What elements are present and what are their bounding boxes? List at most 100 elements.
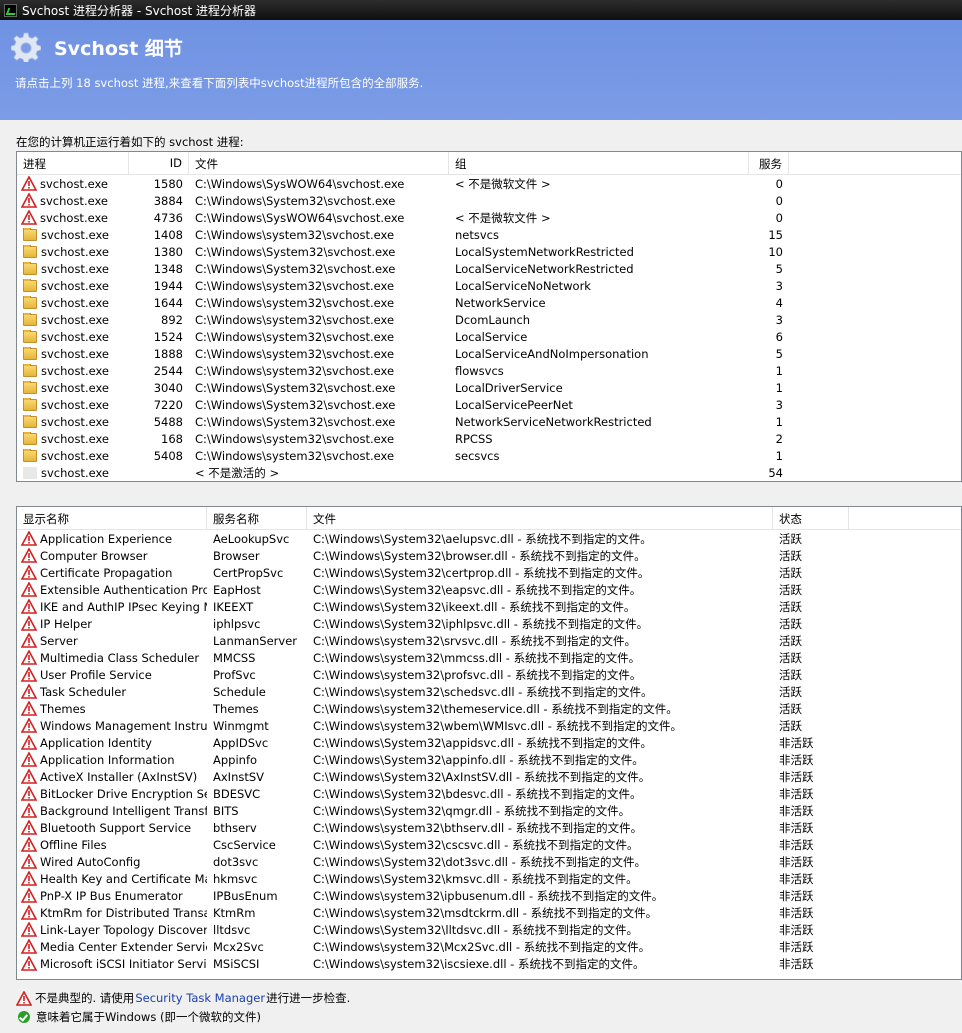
- table-row[interactable]: svchost.exe 892 C:\Windows\system32\svchos…: [17, 311, 961, 328]
- process-group: < 不是微软文件 >: [449, 210, 749, 226]
- service-status: 非活跃: [773, 735, 849, 751]
- col-header-group[interactable]: 组: [449, 152, 749, 174]
- process-name-cell: svchost.exe: [17, 448, 129, 463]
- process-file-text: C:\Windows\system32\svchost.exe: [195, 278, 395, 293]
- table-row[interactable]: svchost.exe < 不是激活的 > 54: [17, 464, 961, 481]
- table-row[interactable]: svchost.exe 1580 C:\Windows\SysWOW64\svcho…: [17, 175, 961, 192]
- table-row[interactable]: svchost.exe 1944 C:\Windows\system32\svcho…: [17, 277, 961, 294]
- table-row[interactable]: svchost.exe 5488 C:\Windows\System32\svcho…: [17, 413, 961, 430]
- service-file: C:\Windows\system32\msdtckrm.dll - 系统找不到…: [307, 905, 773, 921]
- table-row[interactable]: Themes Themes C:\Windows\system32\themeser…: [17, 700, 961, 717]
- service-count-text: 1: [775, 380, 783, 395]
- table-row[interactable]: Computer Browser Browser C:\Windows\System…: [17, 547, 961, 564]
- table-row[interactable]: ActiveX Installer (AxInstSV) AxInstSV C:\W…: [17, 768, 961, 785]
- table-row[interactable]: Media Center Extender Service Mcx2Svc C:\W…: [17, 938, 961, 955]
- service-count-text: 1: [775, 448, 783, 463]
- process-name: svchost.exe: [40, 193, 109, 208]
- service-status: 活跃: [773, 599, 849, 615]
- table-row[interactable]: User Profile Service ProfSvc C:\Windows\sy…: [17, 666, 961, 683]
- table-row[interactable]: Server LanmanServer C:\Windows\system32\sr…: [17, 632, 961, 649]
- table-row[interactable]: svchost.exe 7220 C:\Windows\System32\svcho…: [17, 396, 961, 413]
- table-row[interactable]: svchost.exe 4736 C:\Windows\SysWOW64\svcho…: [17, 209, 961, 226]
- col-header-process[interactable]: 进程: [17, 152, 129, 174]
- service-count: 3: [749, 279, 789, 293]
- process-id: 892: [129, 313, 189, 327]
- table-row[interactable]: Extensible Authentication Protocol EapHos…: [17, 581, 961, 598]
- process-group: LocalDriverService: [449, 381, 749, 395]
- col-header-services[interactable]: 服务: [749, 152, 789, 174]
- title-bar[interactable]: Svchost 进程分析器 - Svchost 进程分析器: [0, 0, 962, 20]
- service-status-text: 活跃: [779, 718, 802, 733]
- table-row[interactable]: svchost.exe 2544 C:\Windows\system32\svcho…: [17, 362, 961, 379]
- table-row[interactable]: svchost.exe 1348 C:\Windows\System32\svcho…: [17, 260, 961, 277]
- process-file: C:\Windows\System32\svchost.exe: [189, 415, 449, 429]
- table-row[interactable]: Windows Management Instrume... Winmgmt C:\…: [17, 717, 961, 734]
- process-group: LocalService: [449, 330, 749, 344]
- service-name: hkmsvc: [207, 872, 307, 886]
- table-row[interactable]: Task Scheduler Schedule C:\Windows\system3…: [17, 683, 961, 700]
- table-row[interactable]: svchost.exe 1408 C:\Windows\system32\svcho…: [17, 226, 961, 243]
- service-status-text: 活跃: [779, 548, 802, 563]
- table-row[interactable]: Wired AutoConfig dot3svc C:\Windows\System…: [17, 853, 961, 870]
- warning-icon: [21, 701, 37, 716]
- service-count: 1: [749, 449, 789, 463]
- legend-warning-suffix: 进行进一步检查.: [266, 991, 351, 1005]
- service-status-text: 活跃: [779, 565, 802, 580]
- table-row[interactable]: Health Key and Certificate Mana... hkmsvc…: [17, 870, 961, 887]
- table-row[interactable]: Application Experience AeLookupSvc C:\Wind…: [17, 530, 961, 547]
- folder-icon: [23, 397, 37, 411]
- table-row[interactable]: IKE and AuthIP IPsec Keying Mo... IKEEXT C…: [17, 598, 961, 615]
- process-file-text: C:\Windows\System32\svchost.exe: [195, 193, 396, 208]
- process-list[interactable]: 进程 ID 文件 组 服务 svchost.exe 1580 C:\Windows\…: [16, 151, 962, 482]
- service-file: C:\Windows\system32\Mcx2Svc.dll - 系统找不到指…: [307, 939, 773, 955]
- service-file-text: C:\Windows\system32\bthserv.dll - 系统找不到指…: [313, 820, 643, 835]
- table-row[interactable]: Bluetooth Support Service bthserv C:\Windo…: [17, 819, 961, 836]
- table-row[interactable]: svchost.exe 3884 C:\Windows\System32\svcho…: [17, 192, 961, 209]
- table-row[interactable]: Multimedia Class Scheduler MMCSS C:\Window…: [17, 649, 961, 666]
- service-name-text: AppIDSvc: [213, 735, 269, 750]
- process-name: svchost.exe: [40, 176, 109, 191]
- table-row[interactable]: KtmRm for Distributed Transactio... KtmRm…: [17, 904, 961, 921]
- col-header-file[interactable]: 文件: [189, 152, 449, 174]
- service-list[interactable]: 显示名称 服务名称 文件 状态 Application Experience Ae…: [16, 506, 962, 980]
- service-file: C:\Windows\system32\schedsvc.dll - 系统找不到…: [307, 684, 773, 700]
- service-display-name: Link-Layer Topology Discovery ...: [40, 922, 207, 937]
- service-count-text: 0: [775, 193, 783, 208]
- warning-icon: [21, 633, 37, 648]
- table-row[interactable]: svchost.exe 1380 C:\Windows\System32\svcho…: [17, 243, 961, 260]
- table-row[interactable]: Link-Layer Topology Discovery ... lltdsvc…: [17, 921, 961, 938]
- col-header-id[interactable]: ID: [129, 152, 189, 174]
- service-count: 10: [749, 245, 789, 259]
- process-name: svchost.exe: [41, 244, 110, 259]
- table-row[interactable]: Application Identity AppIDSvc C:\Windows\S…: [17, 734, 961, 751]
- service-name: dot3svc: [207, 855, 307, 869]
- security-task-manager-link[interactable]: Security Task Manager: [135, 991, 265, 1005]
- table-row[interactable]: BitLocker Drive Encryption Service BDESVC…: [17, 785, 961, 802]
- table-row[interactable]: svchost.exe 168 C:\Windows\system32\svchos…: [17, 430, 961, 447]
- table-row[interactable]: svchost.exe 1524 C:\Windows\system32\svcho…: [17, 328, 961, 345]
- service-display-name: KtmRm for Distributed Transactio...: [40, 905, 207, 920]
- service-file: C:\Windows\System32\certprop.dll - 系统找不到…: [307, 565, 773, 581]
- table-row[interactable]: Application Information Appinfo C:\Windows…: [17, 751, 961, 768]
- service-file-text: C:\Windows\system32\schedsvc.dll - 系统找不到…: [313, 684, 653, 699]
- table-row[interactable]: svchost.exe 1888 C:\Windows\system32\svcho…: [17, 345, 961, 362]
- table-row[interactable]: svchost.exe 5408 C:\Windows\system32\svcho…: [17, 447, 961, 464]
- col-header-display-name[interactable]: 显示名称: [17, 507, 207, 529]
- table-row[interactable]: Microsoft iSCSI Initiator Service MSiSCSI…: [17, 955, 961, 972]
- process-group-text: LocalDriverService: [455, 380, 563, 395]
- table-row[interactable]: svchost.exe 1644 C:\Windows\system32\svcho…: [17, 294, 961, 311]
- warning-icon: [21, 888, 37, 903]
- table-row[interactable]: Offline Files CscService C:\Windows\System…: [17, 836, 961, 853]
- service-status: 非活跃: [773, 888, 849, 904]
- service-name-text: AeLookupSvc: [213, 531, 290, 546]
- process-id: 1348: [129, 262, 189, 276]
- col-header-status[interactable]: 状态: [773, 507, 849, 529]
- col-header-service-name[interactable]: 服务名称: [207, 507, 307, 529]
- service-file: C:\Windows\System32\qmgr.dll - 系统找不到指定的文…: [307, 803, 773, 819]
- table-row[interactable]: Certificate Propagation CertPropSvc C:\Win…: [17, 564, 961, 581]
- col-header-file[interactable]: 文件: [307, 507, 773, 529]
- table-row[interactable]: PnP-X IP Bus Enumerator IPBusEnum C:\Windo…: [17, 887, 961, 904]
- table-row[interactable]: IP Helper iphlpsvc C:\Windows\System32\iph…: [17, 615, 961, 632]
- table-row[interactable]: Background Intelligent Transfer ... BITS C…: [17, 802, 961, 819]
- table-row[interactable]: svchost.exe 3040 C:\Windows\System32\svcho…: [17, 379, 961, 396]
